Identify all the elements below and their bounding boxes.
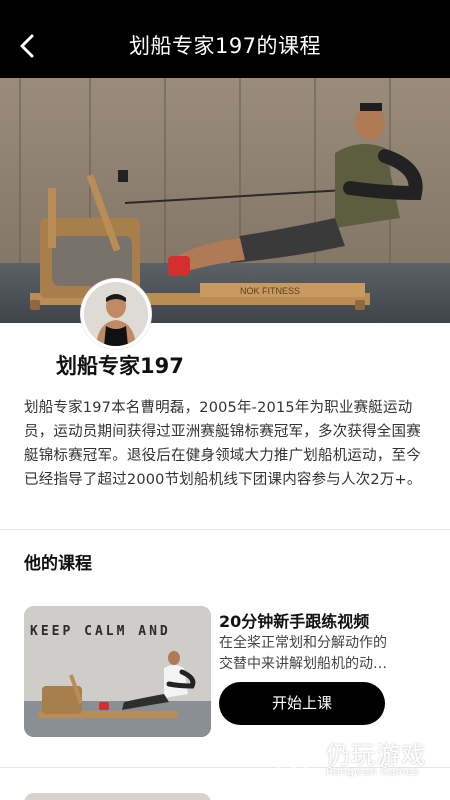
rowing-photo: NOK FITNESS bbox=[0, 78, 450, 323]
courses-section-title: 他的课程 bbox=[24, 554, 92, 574]
coach-name: 划船专家197 bbox=[56, 354, 184, 378]
course-description-line: 在全桨正常划和分解动作的 bbox=[219, 635, 387, 651]
course-title[interactable]: 20分钟新手跟练视频 bbox=[219, 608, 369, 632]
next-course-thumbnail[interactable] bbox=[24, 793, 211, 800]
avatar-photo bbox=[84, 282, 148, 346]
section-divider bbox=[0, 529, 450, 530]
start-course-button[interactable]: 开始上课 bbox=[219, 682, 385, 725]
page-title: 划船专家197的课程 bbox=[128, 34, 322, 58]
coach-avatar bbox=[81, 279, 151, 349]
course-thumbnail[interactable]: KEEP CALM AND bbox=[24, 606, 211, 737]
watermark: 仍玩游戏 Rengwan Games bbox=[274, 733, 444, 793]
thumbnail-caption: KEEP CALM AND bbox=[30, 624, 171, 639]
watermark-logo-icon bbox=[276, 741, 320, 779]
course-description-line: 交替中来讲解划船机的动… bbox=[219, 656, 387, 672]
watermark-subtitle: Rengwan Games bbox=[326, 765, 419, 778]
coach-bio: 划船专家197本名曹明磊，2005年-2015年为职业赛艇运动员，运动员期间获得… bbox=[24, 400, 422, 488]
course-card[interactable]: KEEP CALM AND 20分钟新手跟练视频 在全桨正常划和分解动作的 交替… bbox=[24, 606, 430, 738]
course-description: 在全桨正常划和分解动作的 交替中来讲解划船机的动… bbox=[219, 633, 419, 675]
machine-brand-text: NOK FITNESS bbox=[240, 286, 300, 296]
coach-hero-image: NOK FITNESS bbox=[0, 78, 450, 323]
top-app-bar: 划船专家197的课程 bbox=[0, 0, 450, 78]
